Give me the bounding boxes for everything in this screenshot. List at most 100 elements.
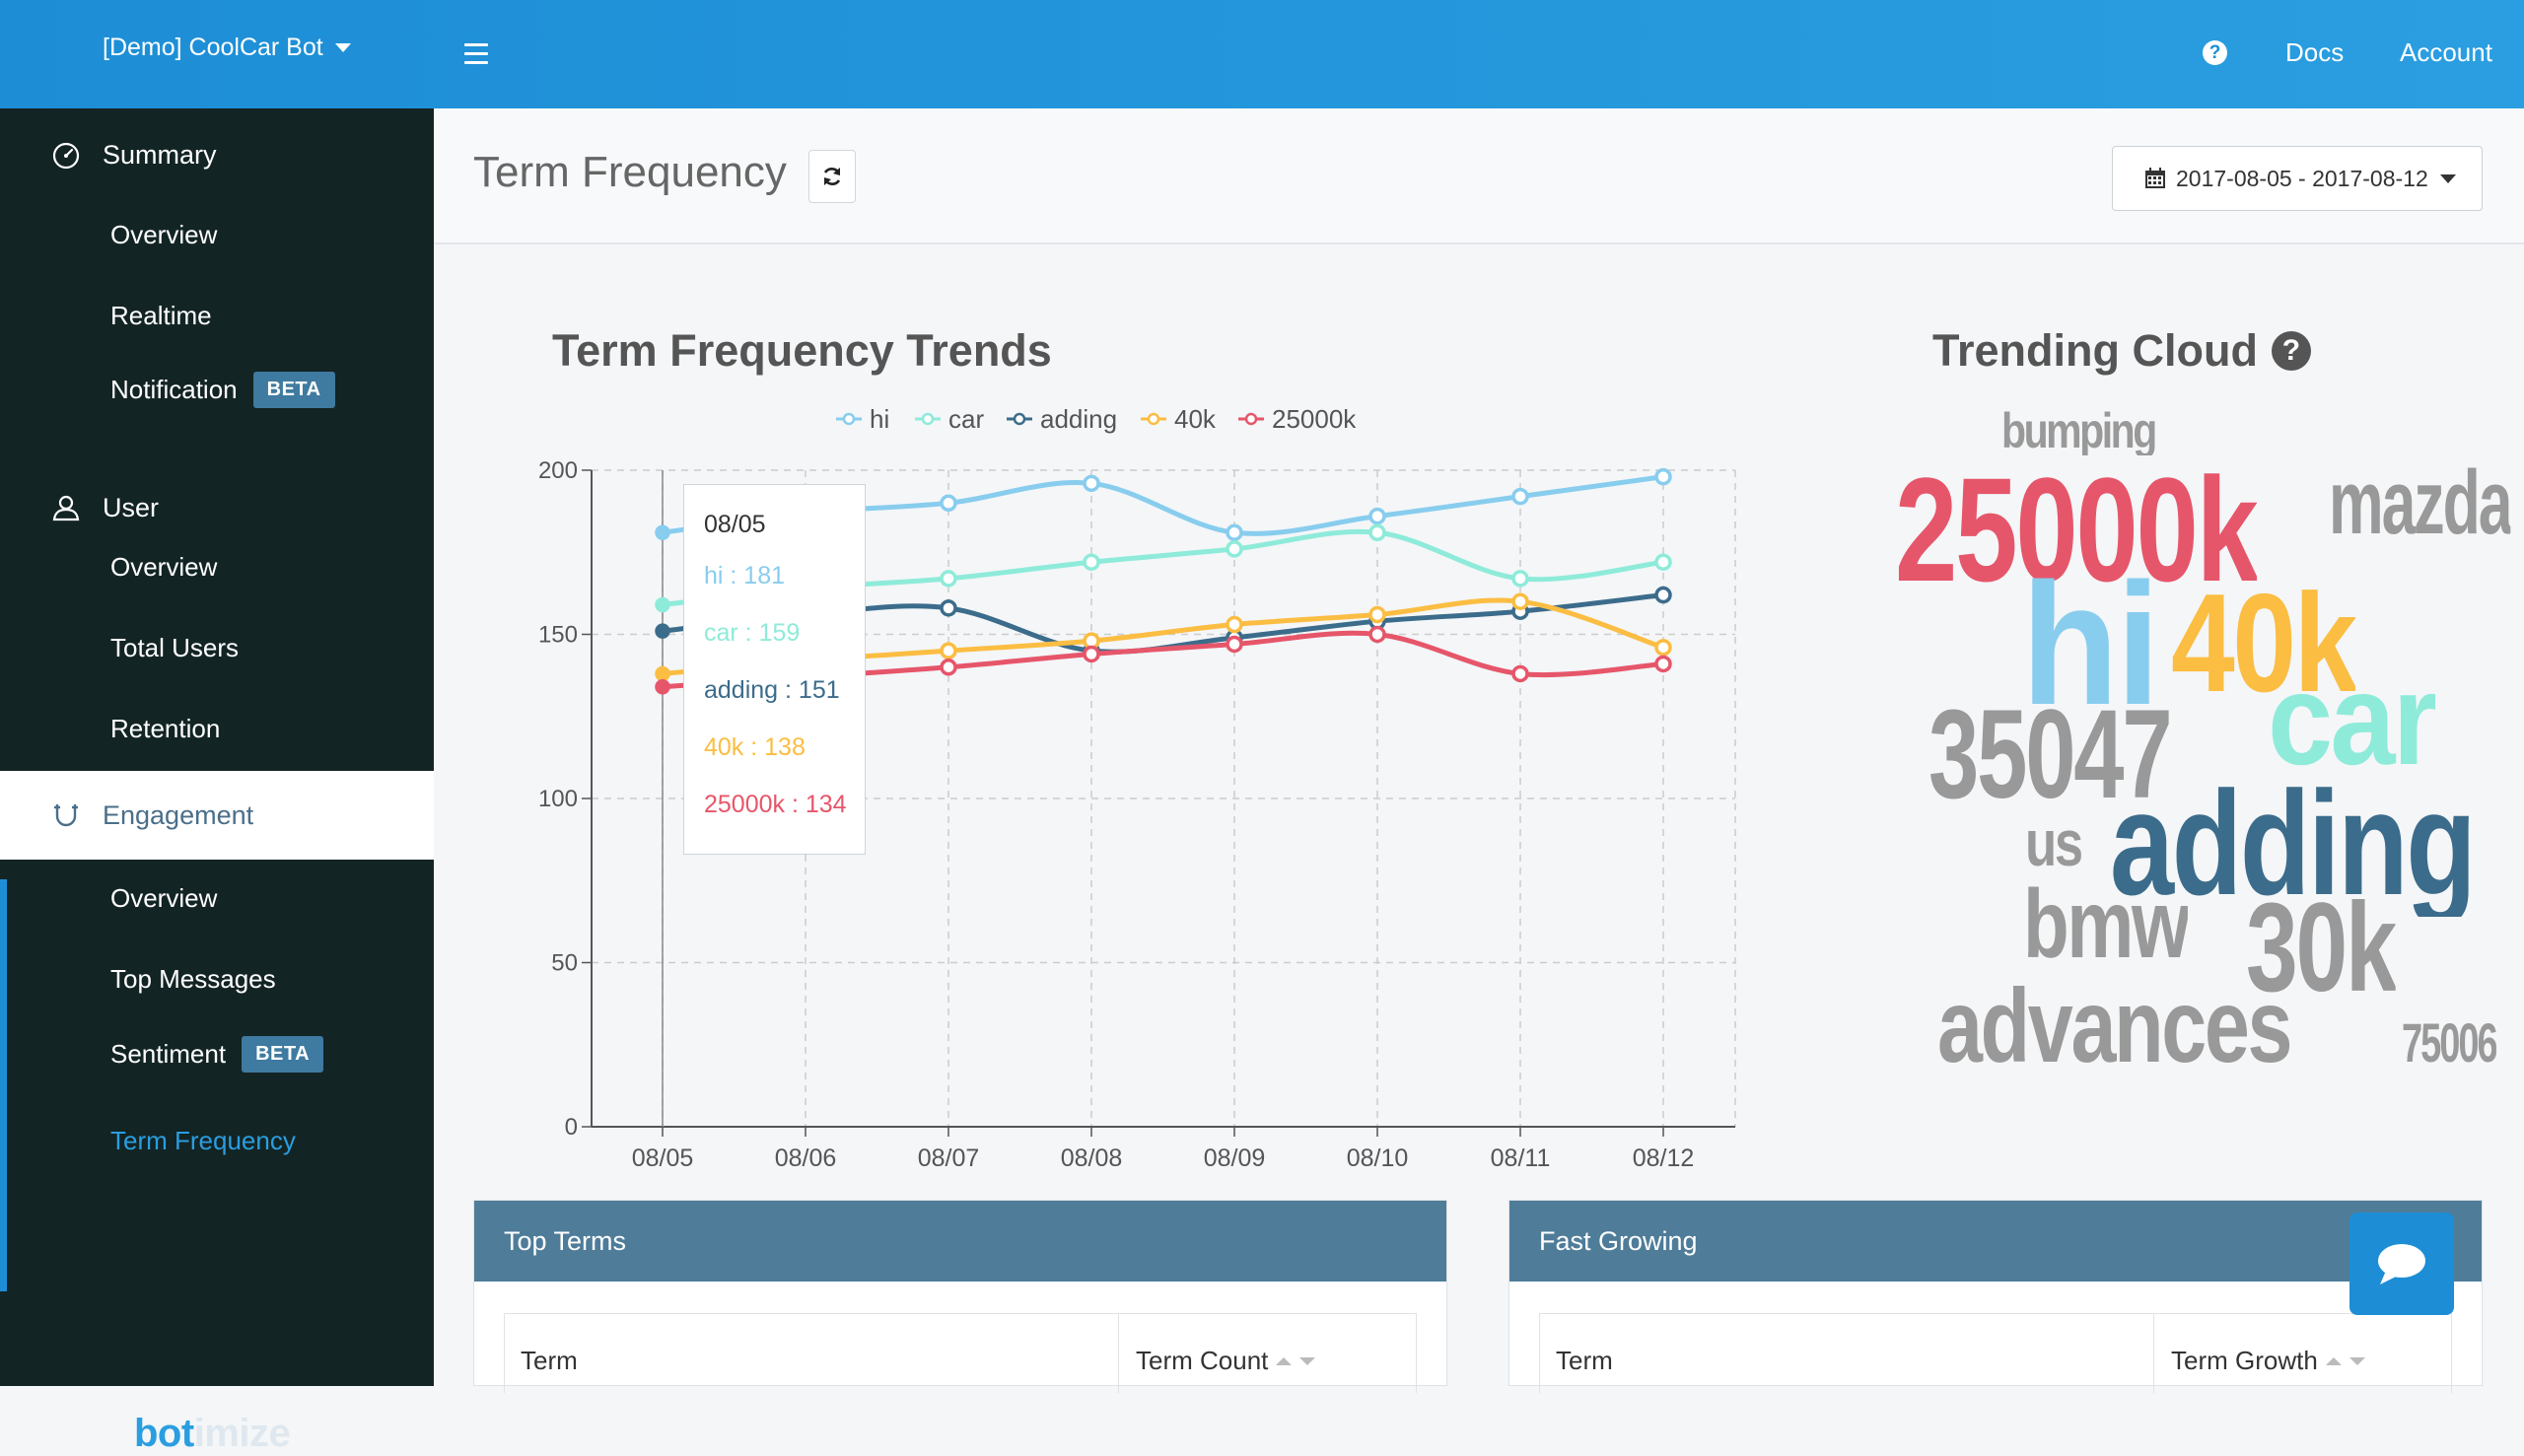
tooltip-row-hi: hi : 181: [704, 562, 786, 589]
data-point-25000k: [1226, 635, 1243, 654]
sidebar-section-user[interactable]: User: [0, 465, 434, 550]
column-header-term-growth[interactable]: Term Growth: [2171, 1346, 2365, 1376]
legend-label: car: [948, 404, 984, 434]
sidebar-section-summary[interactable]: Summary: [0, 112, 434, 197]
sidebar-item-label: Sentiment: [110, 1039, 227, 1069]
sort-desc-icon: [2349, 1356, 2365, 1365]
chevron-down-icon: [334, 43, 351, 52]
question-icon[interactable]: ?: [2271, 331, 2311, 371]
legend-swatch-dot: [921, 412, 935, 426]
chevron-down-icon: [2439, 173, 2456, 183]
data-point-25000k: [940, 659, 957, 676]
chart-title: Term Frequency Trends: [552, 325, 1052, 376]
data-point-car: [655, 596, 670, 613]
data-point-25000k: [1654, 655, 1672, 673]
tooltip-row-car: car : 159: [704, 619, 801, 647]
chat-widget-button[interactable]: [2349, 1213, 2454, 1315]
sidebar-item-total-users[interactable]: Total Users: [110, 633, 239, 663]
page-title: Term Frequency: [473, 148, 787, 196]
x-tick-label: 08/07: [918, 1144, 980, 1172]
sidebar-item-retention[interactable]: Retention: [110, 714, 220, 744]
menu-toggle-icon[interactable]: [464, 43, 488, 64]
date-range-label: 2017-08-05 - 2017-08-12: [2176, 165, 2428, 191]
cloud-word[interactable]: car: [2268, 655, 2435, 785]
botimize-logo: botimize: [134, 1412, 291, 1455]
bot-selector[interactable]: [Demo] CoolCar Bot: [103, 34, 351, 62]
top-navbar: [Demo] CoolCar Bot ? Docs Account: [0, 0, 2524, 108]
sidebar-section-label: Engagement: [103, 800, 254, 830]
data-point-hi: [1511, 487, 1529, 506]
data-point-adding: [1654, 586, 1672, 604]
beta-badge: BETA: [242, 1036, 324, 1073]
chat-bubble-icon: [2378, 1244, 2425, 1284]
cloud-word[interactable]: bumping: [2001, 406, 2155, 455]
cloud-word[interactable]: us: [2025, 810, 2081, 875]
beta-badge: BETA: [252, 372, 335, 408]
fast-growing-panel: Fast Growing Term Term Growth: [1508, 1200, 2483, 1393]
top-terms-table: Term Term Count: [504, 1313, 1417, 1393]
data-point-25000k: [655, 679, 670, 695]
tooltip-row-25000k: 25000k : 134: [704, 791, 847, 818]
data-point-adding: [655, 623, 670, 639]
sidebar-item-user-overview[interactable]: Overview: [110, 552, 217, 583]
data-point-25000k: [1368, 625, 1386, 644]
x-tick-label: 08/09: [1204, 1144, 1266, 1172]
data-point-hi: [655, 524, 670, 541]
data-point-hi: [1226, 523, 1243, 542]
data-point-car: [1654, 553, 1672, 571]
sidebar-item-top-messages[interactable]: Top Messages: [110, 964, 276, 995]
sidebar-section-engagement[interactable]: Engagement: [0, 771, 434, 860]
refresh-icon: [823, 168, 841, 185]
data-point-car: [1368, 523, 1386, 542]
tooltip-row-adding: adding : 151: [704, 676, 840, 704]
help-icon[interactable]: ?: [2203, 40, 2227, 65]
y-tick-label: 50: [551, 950, 578, 977]
x-tick-label: 08/08: [1061, 1144, 1123, 1172]
data-point-adding: [940, 599, 957, 617]
y-tick-label: 200: [538, 457, 578, 484]
data-point-40k: [940, 642, 957, 659]
sidebar-item-engagement-overview[interactable]: Overview: [110, 883, 217, 914]
data-point-car: [940, 570, 957, 588]
column-divider: [1118, 1314, 1119, 1393]
docs-link[interactable]: Docs: [2285, 37, 2344, 68]
sort-desc-icon: [1299, 1356, 1316, 1365]
cloud-word[interactable]: mazda: [2329, 457, 2511, 548]
bot-selector-label: [Demo] CoolCar Bot: [103, 34, 323, 61]
panel-title: Top Terms: [474, 1201, 1446, 1282]
data-point-25000k: [1083, 645, 1100, 663]
data-point-25000k: [1511, 664, 1529, 683]
legend-swatch-dot: [1244, 412, 1258, 426]
refresh-button[interactable]: [808, 150, 856, 203]
calendar-icon: [2145, 168, 2165, 188]
data-point-hi: [940, 494, 957, 513]
cloud-word[interactable]: advances: [1937, 974, 2290, 1078]
panel-title: Fast Growing: [1509, 1201, 2482, 1282]
trending-cloud-title: Trending Cloud ?: [1932, 325, 2311, 377]
sidebar-item-sentiment[interactable]: Sentiment BETA: [110, 1036, 324, 1073]
sidebar-item-label: Notification: [110, 375, 238, 404]
gauge-icon: [52, 142, 80, 170]
cloud-word[interactable]: bmw: [2023, 875, 2188, 972]
legend-label: 40k: [1174, 404, 1217, 434]
date-range-picker[interactable]: 2017-08-05 - 2017-08-12: [2112, 146, 2483, 211]
cloud-word[interactable]: 75006: [2402, 1015, 2496, 1071]
sidebar-item-term-frequency[interactable]: Term Frequency: [110, 1126, 296, 1156]
account-link[interactable]: Account: [2400, 37, 2492, 68]
sidebar-item-notification[interactable]: Notification BETA: [110, 372, 335, 408]
x-tick-label: 08/06: [775, 1144, 837, 1172]
data-point-car: [1083, 553, 1100, 571]
sort-asc-icon: [2325, 1356, 2342, 1365]
column-header-term[interactable]: Term: [1556, 1346, 1613, 1376]
column-header-term[interactable]: Term: [521, 1346, 578, 1376]
y-tick-label: 0: [565, 1114, 578, 1141]
x-tick-label: 08/05: [632, 1144, 694, 1172]
legend-label: adding: [1040, 404, 1117, 434]
column-header-term-count[interactable]: Term Count: [1136, 1346, 1316, 1376]
legend-swatch-dot: [1147, 412, 1160, 426]
sidebar-item-summary-overview[interactable]: Overview: [110, 220, 217, 250]
legend-swatch-dot: [842, 412, 856, 426]
data-point-40k: [655, 665, 670, 682]
sidebar: Summary Overview Realtime Notification B…: [0, 108, 434, 1455]
sidebar-item-realtime[interactable]: Realtime: [110, 301, 212, 331]
